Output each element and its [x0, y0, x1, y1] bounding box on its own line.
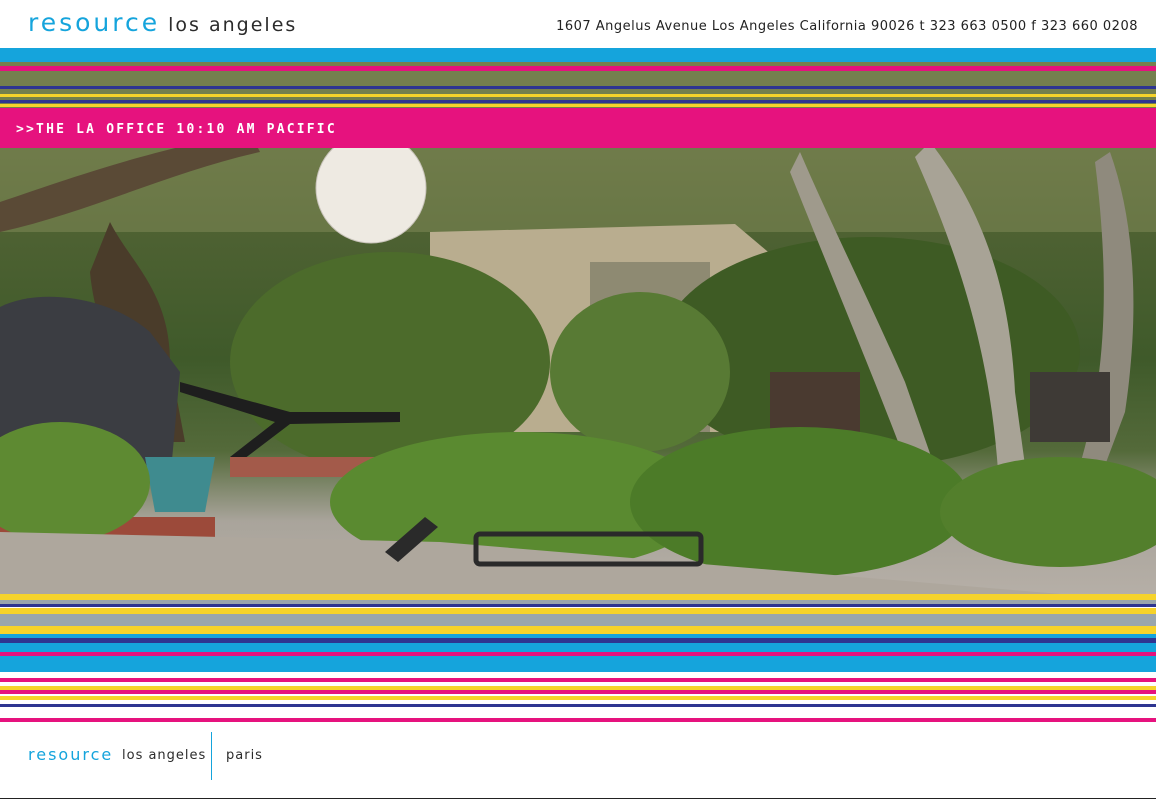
logo-city: los angeles [168, 14, 298, 36]
bottom-stripe-yellow-3 [0, 626, 1156, 634]
footer-brand: resource [28, 745, 114, 764]
photo-stripe-yellow-1 [0, 94, 1156, 97]
site-header: resource los angeles 1607 Angelus Avenue … [0, 0, 1156, 48]
photo-stripe-yellow-2 [0, 104, 1156, 107]
bottom-stripe-cyan-2 [0, 643, 1156, 652]
office-time-label: >>THE LA OFFICE 10:10 AM PACIFIC [16, 122, 337, 137]
footer-link-paris[interactable]: paris [226, 748, 263, 763]
bottom-stripe-navy-3 [0, 704, 1156, 707]
top-stripe-cyan [0, 48, 1156, 62]
bottom-stripe-magenta-3 [0, 690, 1156, 694]
bottom-stripe-navy-1 [0, 604, 1156, 607]
bottom-stripe-magenta-4 [0, 718, 1156, 722]
photo-stripe-navy-2 [0, 100, 1156, 103]
footer-rule [0, 798, 1156, 799]
bottom-stripe-yellow-5 [0, 696, 1156, 700]
footer-link-los-angeles[interactable]: los angeles [122, 748, 206, 763]
bottom-stripe-cyan-3 [0, 656, 1156, 672]
office-time-banner: >>THE LA OFFICE 10:10 AM PACIFIC [0, 112, 1156, 148]
footer-divider [211, 732, 212, 780]
site-footer: resource los angeles paris [0, 728, 1156, 800]
bottom-stripe-gray-2 [0, 614, 1156, 626]
site-logo[interactable]: resource los angeles [28, 8, 297, 37]
photo-stripe-navy-1 [0, 86, 1156, 89]
photo-stripe-magenta-1 [0, 66, 1156, 71]
logo-brand: resource [28, 8, 161, 37]
bottom-stripe-magenta-2 [0, 678, 1156, 682]
contact-address: 1607 Angelus Avenue Los Angeles Californ… [556, 19, 1138, 34]
